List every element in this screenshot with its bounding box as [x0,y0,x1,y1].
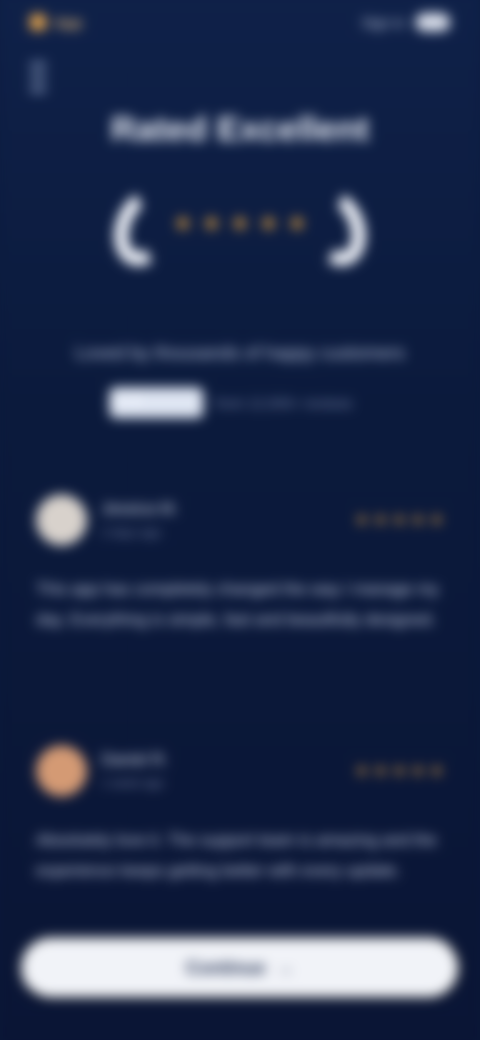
review-header: Jessica M. 2 days ago ★ ★ ★ ★ ★ [36,489,444,550]
rating-summary: 4.8 from 12,000+ reviews [109,387,370,419]
sign-in-link[interactable]: Sign in [362,14,406,30]
star-icon: ★ [410,762,426,781]
brand-name: App [54,14,83,31]
app-screen: App Sign in Rated Excellent ★ ★ ★ ★ ★ Lo… [0,0,480,1040]
rating-badge: ★ ★ ★ ★ ★ [104,182,376,275]
star-icon: ★ [373,511,388,530]
reviewer-name: Jessica M. [101,500,179,518]
toggle-icon[interactable] [415,13,451,32]
star-icon: ★ [391,511,407,530]
review-card: Jessica M. 2 days ago ★ ★ ★ ★ ★ This app… [36,489,444,636]
star-icon: ★ [172,209,193,236]
star-icon: ★ [429,762,444,781]
star-icon: ★ [354,511,370,530]
review-text: This app has completely changed the way … [36,581,439,630]
rating-count: from 12,000+ reviews [215,394,353,411]
continue-button[interactable]: Continue → [19,936,461,1000]
menu-icon[interactable] [29,63,47,92]
review-stars: ★ ★ ★ ★ ★ [355,761,444,781]
star-icon: ★ [354,762,370,781]
review-card: Daniel R. 1 week ago ★ ★ ★ ★ ★ Absolutel… [36,740,444,887]
rating-score: 4.8 [109,387,204,419]
review-stars: ★ ★ ★ ★ ★ [355,510,444,530]
page-title: Rated Excellent [110,109,370,149]
avatar [36,745,88,797]
star-icon: ★ [201,209,222,236]
star-icon: ★ [373,762,388,781]
review-meta: Jessica M. 2 days ago [101,501,340,540]
star-icon: ★ [410,511,426,530]
hero-subtitle: Loved by thousands of happy customers [75,342,405,363]
star-icon: ★ [258,209,279,236]
star-icon: ★ [429,511,444,530]
brand: App [29,14,83,31]
top-actions: Sign in [362,13,451,32]
avatar [36,494,88,546]
review-meta: Daniel R. 1 week ago [101,752,340,791]
star-icon: ★ [229,209,251,236]
review-date: 1 week ago [101,776,164,791]
top-bar: App Sign in [29,8,451,37]
reviewer-name: Daniel R. [101,751,169,769]
badge-stars: ★ ★ ★ ★ ★ [169,209,312,241]
brand-logo-icon [29,14,47,31]
arrow-right-icon: → [275,957,295,978]
star-icon: ★ [391,762,407,781]
review-date: 2 days ago [101,525,162,540]
laurel-right-icon [295,182,376,275]
review-header: Daniel R. 1 week ago ★ ★ ★ ★ ★ [36,740,444,801]
continue-button-label: Continue [185,957,266,978]
review-text: Absolutely love it. The support team is … [36,832,437,881]
